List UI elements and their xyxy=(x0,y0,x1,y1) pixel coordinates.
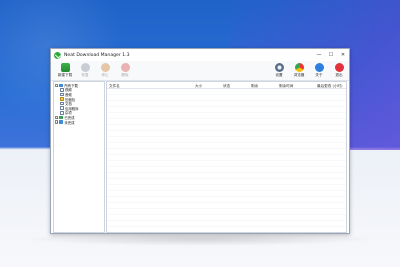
resume-label: 恢复 xyxy=(81,73,89,77)
minimize-button[interactable]: — xyxy=(313,49,325,61)
settings-button[interactable]: 设置 xyxy=(269,63,289,78)
expand-icon[interactable]: + xyxy=(55,120,59,124)
expand-icon[interactable]: + xyxy=(55,115,59,119)
browser-icon xyxy=(294,63,304,72)
resume-icon xyxy=(80,63,90,72)
column-header-status[interactable]: 状态 xyxy=(221,82,249,88)
document-file-icon xyxy=(60,101,64,106)
folder-icon xyxy=(59,120,64,124)
video-file-icon xyxy=(60,88,64,92)
new-download-button[interactable]: 新建下载 xyxy=(55,63,75,78)
column-header-time-left[interactable]: 剩余时间 xyxy=(277,82,315,88)
tree-item-incomplete[interactable]: + 未完成 xyxy=(55,120,104,125)
app-logo-icon xyxy=(54,51,61,59)
browser-label: 浏览器 xyxy=(293,73,305,77)
delete-icon xyxy=(120,63,130,72)
delete-label: 删除 xyxy=(121,73,129,77)
new-download-label: 新建下载 xyxy=(57,73,73,77)
maximize-button[interactable]: ☐ xyxy=(325,49,337,61)
column-header-remaining[interactable]: 剩余 xyxy=(249,82,277,88)
archive-file-icon xyxy=(60,97,64,101)
stop-icon xyxy=(100,63,110,72)
title-bar: Neat Download Manager 1.3 — ☐ ✕ xyxy=(51,49,349,61)
exit-icon xyxy=(334,63,344,72)
category-tree: − 所有下载 视频 音频 压缩包 文档 应用程序 杂项 + 已完成 + 未完成 xyxy=(53,81,105,233)
stop-label: 停止 xyxy=(101,73,109,77)
list-header: 文件名 大小 状态 剩余 剩余时间 最后更改 (小时) xyxy=(107,82,346,89)
application-file-icon xyxy=(60,106,64,111)
window-shadow xyxy=(22,232,378,246)
about-button[interactable]: 关于 xyxy=(309,63,329,78)
add-download-icon xyxy=(60,63,70,72)
main-area: − 所有下载 视频 音频 压缩包 文档 应用程序 杂项 + 已完成 + 未完成 … xyxy=(51,81,349,233)
about-label: 关于 xyxy=(315,73,323,77)
column-header-size[interactable]: 大小 xyxy=(193,82,221,88)
column-header-filename[interactable]: 文件名 xyxy=(107,82,193,88)
toolbar: 新建下载 恢复 停止 删除 设置 浏览器 关于 退出 xyxy=(51,61,349,81)
exit-label: 退出 xyxy=(335,73,343,77)
app-window: Neat Download Manager 1.3 — ☐ ✕ 新建下载 恢复 … xyxy=(50,48,350,234)
exit-button[interactable]: 退出 xyxy=(329,63,349,78)
misc-file-icon xyxy=(60,111,64,115)
download-list[interactable]: 文件名 大小 状态 剩余 剩余时间 最后更改 (小时) xyxy=(106,81,347,233)
tree-item-label: 未完成 xyxy=(64,120,75,125)
stop-button[interactable]: 停止 xyxy=(95,63,115,78)
collapse-icon[interactable]: − xyxy=(55,83,59,87)
delete-button[interactable]: 删除 xyxy=(115,63,135,78)
settings-icon xyxy=(274,63,284,72)
about-icon xyxy=(314,63,324,72)
settings-label: 设置 xyxy=(275,73,283,77)
audio-file-icon xyxy=(60,92,64,97)
window-title: Neat Download Manager 1.3 xyxy=(64,52,130,58)
browser-button[interactable]: 浏览器 xyxy=(289,63,309,78)
folder-icon xyxy=(59,83,64,88)
resume-button[interactable]: 恢复 xyxy=(75,63,95,78)
folder-icon xyxy=(59,115,64,120)
close-button[interactable]: ✕ xyxy=(337,49,349,61)
column-header-last-modified[interactable]: 最后更改 (小时) xyxy=(315,82,346,88)
list-rows xyxy=(107,89,346,232)
window-controls: — ☐ ✕ xyxy=(313,49,349,61)
